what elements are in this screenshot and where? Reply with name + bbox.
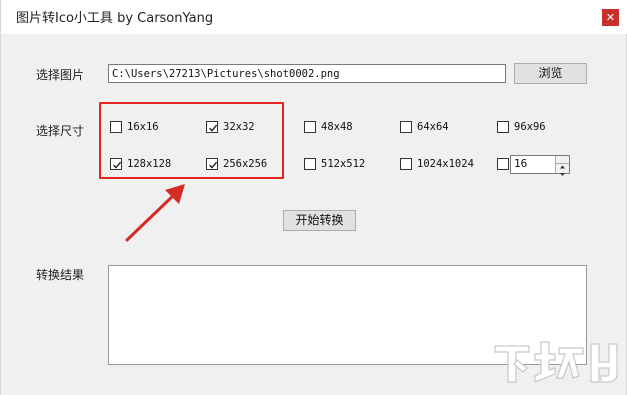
annotation-arrow-icon	[125, 184, 185, 242]
select-size-label: 选择尺寸	[36, 124, 85, 138]
close-button[interactable]: ✕	[602, 9, 619, 26]
size-option-label: 48x48	[321, 121, 353, 133]
start-convert-label: 开始转换	[295, 213, 344, 227]
checkbox-64x64[interactable]	[400, 121, 412, 133]
checkbox-96x96[interactable]	[497, 121, 509, 133]
result-label: 转换结果	[36, 268, 85, 282]
checkbox-custom-size[interactable]	[497, 158, 509, 170]
annotation-highlight-box	[99, 102, 284, 179]
spinner-down-button[interactable]	[556, 164, 569, 176]
custom-size-value: 16	[514, 157, 528, 170]
arrow-down-icon	[560, 173, 565, 176]
checkbox-512x512[interactable]	[304, 158, 316, 170]
size-option-label: 64x64	[417, 121, 449, 133]
app-window: 图片转Ico小工具 by CarsonYang ✕ 选择图片 C:\Users\…	[0, 0, 627, 395]
checkbox-1024x1024[interactable]	[400, 158, 412, 170]
size-option-label: 512x512	[321, 158, 366, 170]
select-image-label: 选择图片	[36, 68, 85, 82]
custom-size-spinner[interactable]: 16	[510, 155, 570, 176]
image-path-input[interactable]: C:\Users\27213\Pictures\shot0002.png	[108, 64, 506, 83]
image-path-value: C:\Users\27213\Pictures\shot0002.png	[112, 68, 340, 80]
spinner-up-button[interactable]	[556, 156, 569, 169]
size-option-custom[interactable]	[497, 157, 509, 173]
spinner-buttons	[555, 156, 569, 176]
site-watermark-logo	[494, 341, 618, 383]
window-title: 图片转Ico小工具 by CarsonYang	[16, 11, 214, 26]
browse-button[interactable]: 浏览	[514, 63, 587, 84]
size-option-label: 1024x1024	[417, 158, 474, 170]
start-convert-button[interactable]: 开始转换	[283, 210, 356, 231]
close-icon: ✕	[605, 11, 616, 24]
size-option-label: 96x96	[514, 121, 546, 133]
browse-button-label: 浏览	[538, 66, 563, 80]
checkbox-48x48[interactable]	[304, 121, 316, 133]
title-bar[interactable]: 图片转Ico小工具 by CarsonYang ✕	[1, 0, 627, 34]
